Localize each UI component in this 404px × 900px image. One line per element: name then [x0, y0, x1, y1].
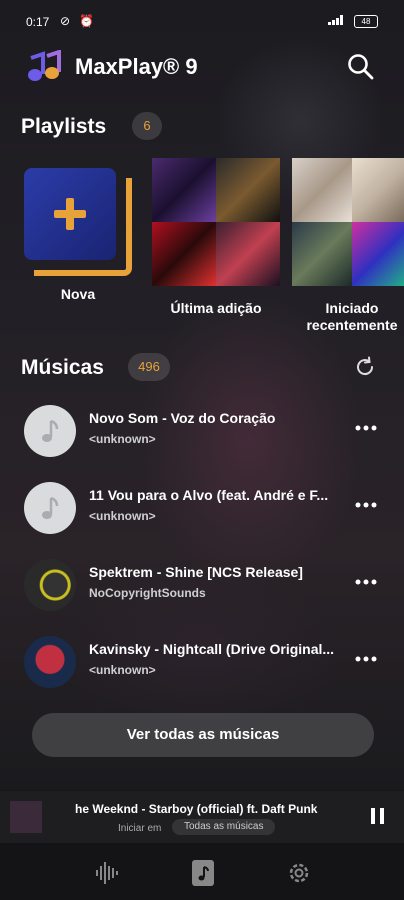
- plus-icon: [54, 198, 86, 230]
- song-row[interactable]: 11 Vou para o Alvo (feat. André e F... <…: [0, 477, 404, 553]
- music-note-icon: [42, 496, 59, 519]
- playlist-label: Iniciado recentemente: [306, 300, 398, 333]
- now-playing-title: he Weeknd - Starboy (official) ft. Daft …: [75, 802, 318, 816]
- app-header: MaxPlay® 9: [0, 40, 404, 96]
- song-row[interactable]: Novo Som - Voz do Coração <unknown>: [0, 400, 404, 476]
- playlists-heading: Playlists: [21, 115, 107, 138]
- music-library-icon[interactable]: [189, 859, 217, 887]
- playlist-label: Última adição: [170, 300, 262, 316]
- songs-count-badge: 496: [128, 353, 170, 381]
- pause-icon[interactable]: [370, 807, 386, 825]
- song-artwork: [24, 482, 76, 534]
- more-icon[interactable]: [354, 651, 378, 667]
- playlist-card-recently-played[interactable]: Iniciado recentemente: [292, 158, 404, 334]
- playlists-count-badge: 6: [132, 112, 162, 140]
- now-playing-artwork: [10, 801, 42, 833]
- status-notification-icons: ⊘ ⏰: [60, 14, 98, 28]
- now-playing-source-chip[interactable]: Todas as músicas: [172, 819, 276, 835]
- status-time: 0:17: [26, 15, 50, 29]
- status-bar: 0:17 ⊘ ⏰ 48: [0, 0, 404, 40]
- more-icon[interactable]: [354, 574, 378, 590]
- app-logo-icon: [28, 50, 61, 81]
- search-icon[interactable]: [346, 52, 376, 82]
- song-artwork: [24, 559, 76, 611]
- songs-heading: Músicas: [21, 356, 104, 379]
- signal-icon: [328, 15, 346, 25]
- song-artist: <unknown>: [89, 509, 156, 523]
- music-note-icon: [42, 419, 59, 442]
- more-icon[interactable]: [354, 420, 378, 436]
- song-artwork: [24, 405, 76, 457]
- song-title: Novo Som - Voz do Coração: [89, 410, 276, 426]
- song-row[interactable]: Kavinsky - Nightcall (Drive Original... …: [0, 631, 404, 707]
- more-icon[interactable]: [354, 497, 378, 513]
- playlist-cover-collage: [292, 158, 404, 286]
- now-playing-bar[interactable]: he Weeknd - Starboy (official) ft. Daft …: [0, 791, 404, 843]
- song-title: Spektrem - Shine [NCS Release]: [89, 564, 303, 580]
- playlist-label: Nova: [60, 286, 96, 302]
- battery-icon: 48: [354, 15, 378, 28]
- playlist-card-recently-added[interactable]: Última adição: [152, 158, 280, 317]
- song-row[interactable]: Spektrem - Shine [NCS Release] NoCopyrig…: [0, 554, 404, 630]
- settings-icon[interactable]: [285, 859, 313, 887]
- song-title: Kavinsky - Nightcall (Drive Original...: [89, 641, 335, 657]
- app-title: MaxPlay® 9: [75, 54, 198, 79]
- song-title: 11 Vou para o Alvo (feat. André e F...: [89, 487, 329, 503]
- waveform-icon[interactable]: [93, 859, 121, 887]
- song-artist: <unknown>: [89, 663, 156, 677]
- view-all-songs-button[interactable]: Ver todas as músicas: [32, 713, 374, 757]
- song-artwork: [24, 636, 76, 688]
- bottom-navigation: [0, 843, 404, 900]
- song-artist: <unknown>: [89, 432, 156, 446]
- now-playing-started-in: Iniciar em: [118, 823, 162, 834]
- playlist-cover-collage: [152, 158, 280, 286]
- refresh-icon[interactable]: [354, 356, 376, 378]
- song-artist: NoCopyrightSounds: [89, 586, 206, 600]
